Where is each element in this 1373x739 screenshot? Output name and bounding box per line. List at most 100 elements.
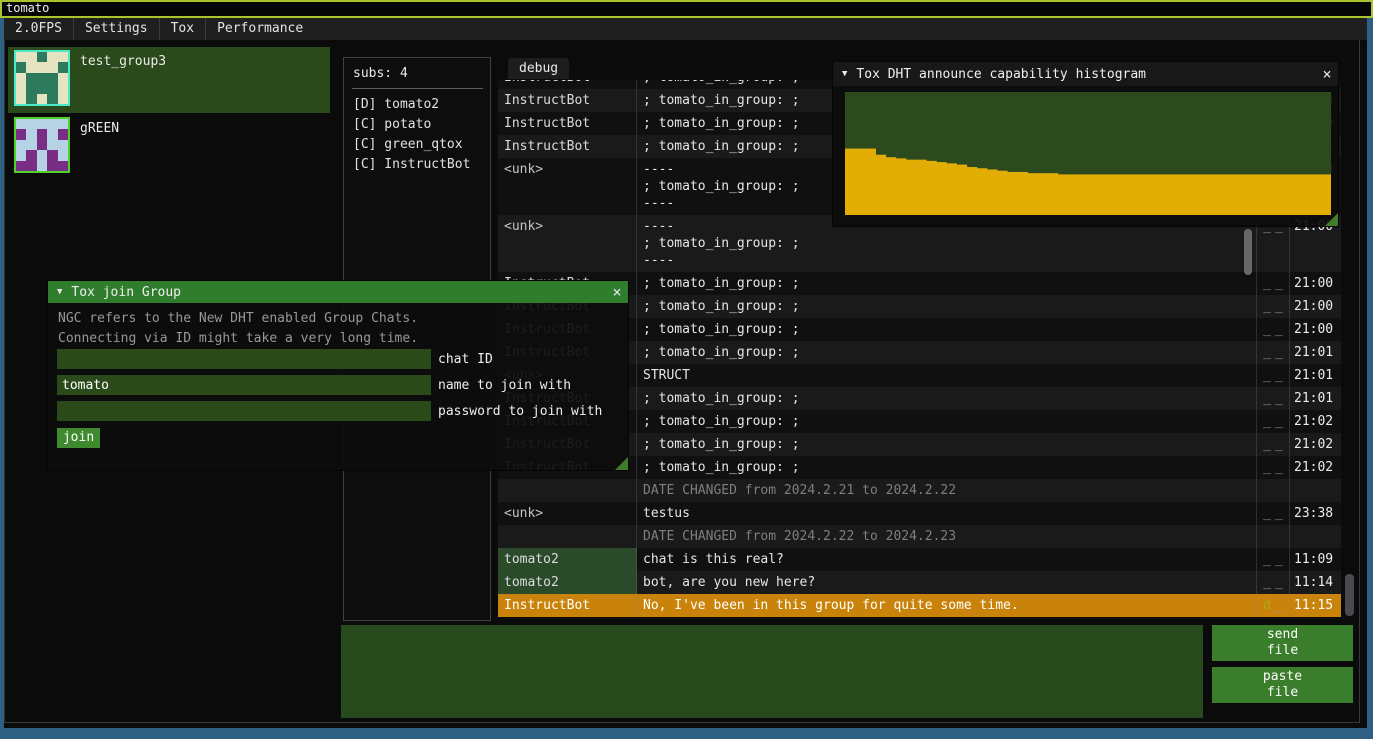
sender-cell bbox=[498, 525, 637, 548]
group-label: gREEN bbox=[80, 121, 119, 136]
message-cell: No, I've been in this group for quite so… bbox=[637, 594, 1257, 617]
separator bbox=[352, 88, 483, 89]
timestamp-cell: 21:00 bbox=[1290, 295, 1340, 318]
group-item-test-group3[interactable]: test_group3 bbox=[8, 47, 330, 113]
join-description: NGC refers to the New DHT enabled Group … bbox=[58, 309, 418, 349]
collapse-icon[interactable]: ▼ bbox=[57, 287, 62, 297]
join-name-label: name to join with bbox=[438, 378, 571, 393]
histogram-plot bbox=[845, 92, 1331, 215]
menu-item-performance[interactable]: Performance bbox=[206, 18, 314, 40]
join-group-titlebar[interactable]: ▼ Tox join Group × bbox=[48, 281, 628, 303]
window-border-left bbox=[0, 18, 4, 728]
join-password-label: password to join with bbox=[438, 404, 602, 419]
member-potato[interactable]: [C] potato bbox=[353, 115, 486, 135]
message-cell: DATE CHANGED from 2024.2.22 to 2024.2.23 bbox=[637, 525, 1257, 548]
paste-file-button[interactable]: pastefile bbox=[1212, 667, 1353, 703]
table-row[interactable]: tomato2bot, are you new here?__11:14 bbox=[498, 571, 1341, 594]
send-file-button[interactable]: sendfile bbox=[1212, 625, 1353, 661]
dht-histogram-window: ▼ Tox DHT announce capability histogram … bbox=[833, 62, 1338, 226]
timestamp-cell: 21:00 bbox=[1290, 318, 1340, 341]
message-cell: ; tomato_in_group: ; bbox=[637, 433, 1257, 456]
timestamp-cell: 11:09 bbox=[1290, 548, 1340, 571]
status-cell bbox=[1257, 525, 1290, 548]
close-icon[interactable]: × bbox=[1316, 65, 1338, 83]
sender-cell: <unk> bbox=[498, 158, 637, 215]
message-cell: ; tomato_in_group: ; bbox=[637, 272, 1257, 295]
window-border-right bbox=[1367, 18, 1373, 728]
status-cell: d_ bbox=[1257, 594, 1290, 617]
table-row[interactable]: InstructBotNo, I've been in this group f… bbox=[498, 594, 1341, 617]
status-cell: __ bbox=[1257, 341, 1290, 364]
timestamp-cell: 21:01 bbox=[1290, 341, 1340, 364]
resize-grip[interactable] bbox=[615, 457, 628, 470]
status-cell: __ bbox=[1257, 410, 1290, 433]
chat-id-input[interactable] bbox=[57, 349, 431, 369]
sender-cell bbox=[498, 479, 637, 502]
sender-cell: <unk> bbox=[498, 215, 637, 272]
sender-cell: InstructBot bbox=[498, 594, 637, 617]
chat-id-label: chat ID bbox=[438, 352, 493, 367]
status-cell: __ bbox=[1257, 502, 1290, 525]
status-cell: __ bbox=[1257, 364, 1290, 387]
menu-item-tox[interactable]: Tox bbox=[160, 18, 205, 40]
timestamp-cell: 21:01 bbox=[1290, 387, 1340, 410]
table-row[interactable]: <unk>testus__23:38 bbox=[498, 502, 1341, 525]
join-name-input[interactable] bbox=[57, 375, 431, 395]
close-icon[interactable]: × bbox=[606, 283, 628, 301]
table-row[interactable]: DATE CHANGED from 2024.2.22 to 2024.2.23 bbox=[498, 525, 1341, 548]
menu-item-settings[interactable]: Settings bbox=[74, 18, 159, 40]
join-button[interactable]: join bbox=[57, 428, 100, 448]
status-cell: __ bbox=[1257, 571, 1290, 594]
member-InstructBot[interactable]: [C] InstructBot bbox=[353, 155, 486, 175]
message-input[interactable] bbox=[341, 625, 1203, 718]
resize-grip[interactable] bbox=[1325, 213, 1338, 226]
dht-histogram-titlebar[interactable]: ▼ Tox DHT announce capability histogram … bbox=[833, 62, 1338, 86]
app-root: tomato 2.0FPS SettingsToxPerformance tes… bbox=[0, 0, 1373, 739]
window-border-bottom bbox=[0, 728, 1373, 739]
menu-bar: 2.0FPS SettingsToxPerformance bbox=[4, 18, 1367, 41]
collapse-icon[interactable]: ▼ bbox=[842, 69, 847, 79]
sender-cell: tomato2 bbox=[498, 571, 637, 594]
timestamp-cell bbox=[1290, 479, 1340, 502]
join-password-input[interactable] bbox=[57, 401, 431, 421]
timestamp-cell: 11:14 bbox=[1290, 571, 1340, 594]
group-avatar bbox=[14, 50, 70, 106]
window-title: Tox DHT announce capability histogram bbox=[856, 67, 1316, 82]
table-row[interactable]: tomato2chat is this real?__11:09 bbox=[498, 548, 1341, 571]
chat-scrollbar[interactable] bbox=[1345, 574, 1354, 616]
status-cell: __ bbox=[1257, 456, 1290, 479]
group-avatar bbox=[14, 117, 70, 173]
sender-cell: InstructBot bbox=[498, 80, 637, 89]
os-window-title: tomato bbox=[6, 1, 49, 15]
chat-inner-scrollbar[interactable] bbox=[1244, 229, 1252, 275]
status-cell: __ bbox=[1257, 548, 1290, 571]
status-cell: __ bbox=[1257, 318, 1290, 341]
message-cell: testus bbox=[637, 502, 1257, 525]
timestamp-cell: 11:15 bbox=[1290, 594, 1340, 617]
window-title: Tox join Group bbox=[71, 285, 606, 300]
status-cell: __ bbox=[1257, 387, 1290, 410]
table-row[interactable]: DATE CHANGED from 2024.2.21 to 2024.2.22 bbox=[498, 479, 1341, 502]
timestamp-cell: 21:02 bbox=[1290, 433, 1340, 456]
join-group-window: ▼ Tox join Group × NGC refers to the New… bbox=[48, 281, 628, 470]
group-item-green[interactable]: gREEN bbox=[8, 114, 330, 172]
message-cell: DATE CHANGED from 2024.2.21 to 2024.2.22 bbox=[637, 479, 1257, 502]
message-cell: ; tomato_in_group: ; bbox=[637, 295, 1257, 318]
message-cell: ; tomato_in_group: ; bbox=[637, 387, 1257, 410]
timestamp-cell: 21:02 bbox=[1290, 410, 1340, 433]
timestamp-cell: 21:02 bbox=[1290, 456, 1340, 479]
message-cell: ; tomato_in_group: ; bbox=[637, 318, 1257, 341]
status-cell: __ bbox=[1257, 433, 1290, 456]
message-cell: chat is this real? bbox=[637, 548, 1257, 571]
member-tomato2[interactable]: [D] tomato2 bbox=[353, 95, 486, 115]
sender-cell: InstructBot bbox=[498, 112, 637, 135]
timestamp-cell: 23:38 bbox=[1290, 502, 1340, 525]
tab-debug[interactable]: debug bbox=[508, 58, 569, 79]
timestamp-cell: 21:00 bbox=[1290, 272, 1340, 295]
message-cell: ; tomato_in_group: ; bbox=[637, 456, 1257, 479]
message-cell: ; tomato_in_group: ; bbox=[637, 410, 1257, 433]
timestamp-cell bbox=[1290, 525, 1340, 548]
member-green_qtox[interactable]: [C] green_qtox bbox=[353, 135, 486, 155]
message-cell: bot, are you new here? bbox=[637, 571, 1257, 594]
os-titlebar[interactable]: tomato bbox=[0, 0, 1373, 18]
